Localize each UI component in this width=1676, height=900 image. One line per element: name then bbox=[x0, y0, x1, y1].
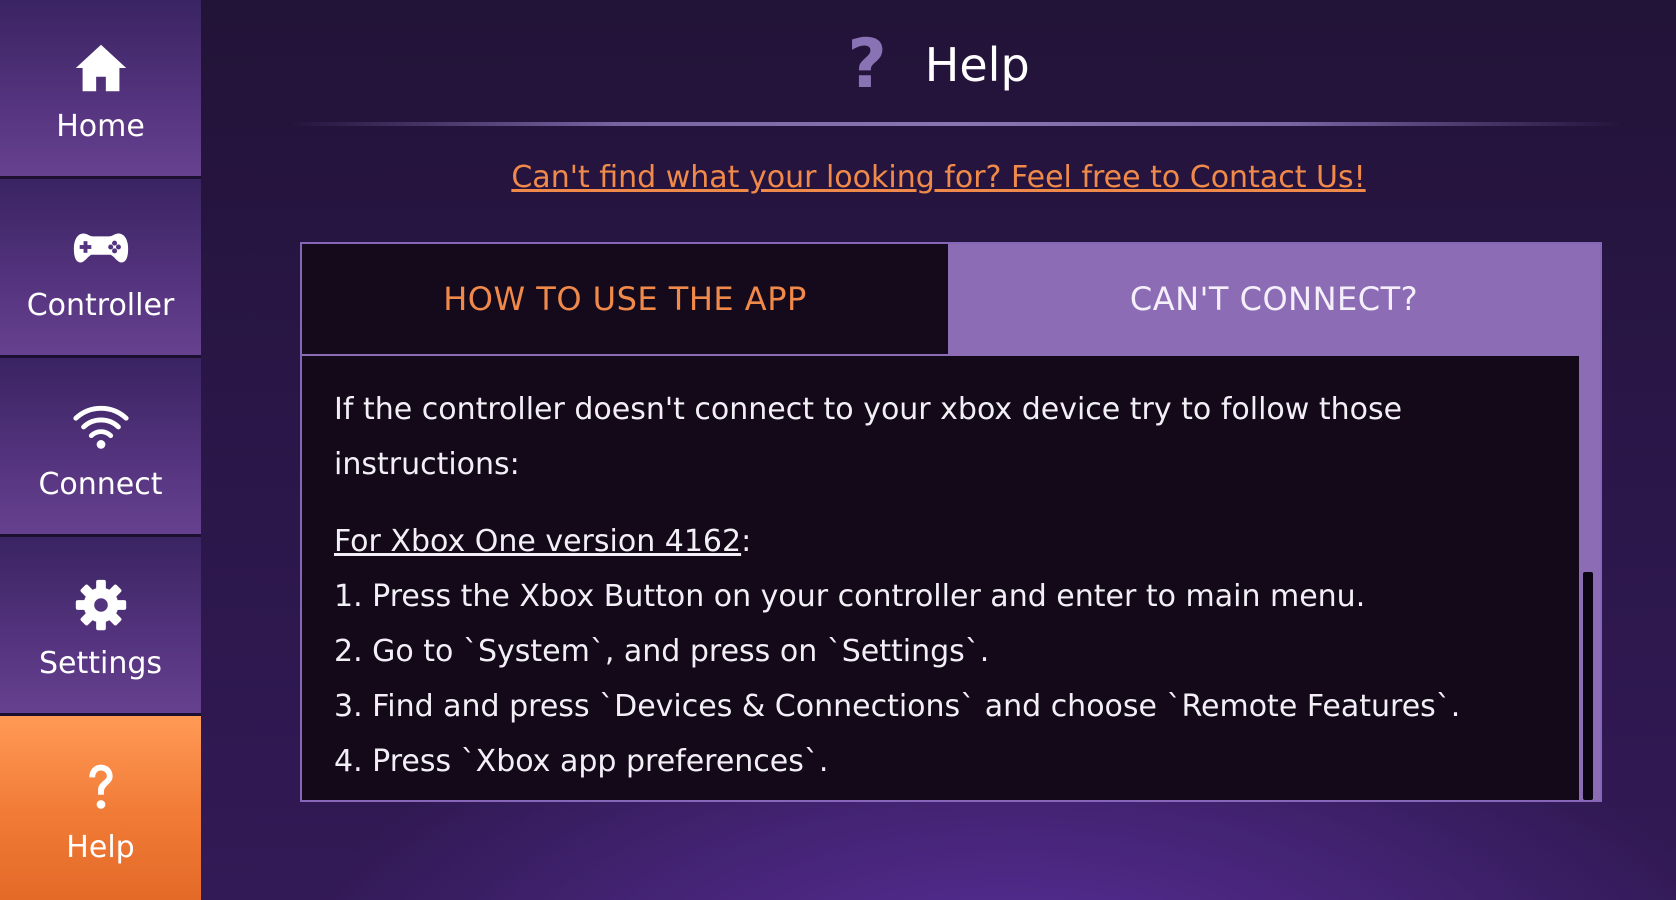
gear-icon bbox=[66, 570, 136, 640]
sidebar-item-home[interactable]: Home bbox=[0, 0, 201, 176]
tab-content: If the controller doesn't connect to you… bbox=[302, 356, 1579, 800]
sidebar-item-connect[interactable]: Connect bbox=[0, 358, 201, 534]
instruction-step: 1. Press the Xbox Button on your control… bbox=[334, 579, 1366, 614]
page-title: Help bbox=[924, 38, 1030, 92]
page-header: ? Help bbox=[201, 20, 1676, 110]
sidebar-item-label: Settings bbox=[38, 645, 163, 681]
version-heading: For Xbox One version 4162: bbox=[334, 514, 1547, 569]
question-icon bbox=[66, 752, 136, 822]
home-icon bbox=[66, 33, 136, 103]
tab-how-to-use[interactable]: HOW TO USE THE APP bbox=[302, 244, 948, 354]
version-heading-suffix: : bbox=[741, 524, 752, 559]
intro-text: If the controller doesn't connect to you… bbox=[334, 392, 1403, 482]
sidebar-item-settings[interactable]: Settings bbox=[0, 537, 201, 713]
instruction-step: 4. Press `Xbox app preferences`. bbox=[334, 744, 829, 779]
content-scrollbar[interactable] bbox=[1583, 572, 1593, 800]
instruction-step: 3. Find and press `Devices & Connections… bbox=[334, 689, 1461, 724]
tab-cant-connect[interactable]: CAN'T CONNECT? bbox=[948, 244, 1600, 354]
wifi-icon bbox=[66, 391, 136, 461]
question-icon: ? bbox=[847, 25, 887, 104]
gamepad-icon bbox=[66, 212, 136, 282]
contact-us-link[interactable]: Can't find what your looking for? Feel f… bbox=[201, 160, 1676, 195]
sidebar-item-help[interactable]: Help bbox=[0, 716, 201, 900]
help-page: ? Help Can't find what your looking for?… bbox=[201, 0, 1676, 900]
sidebar-item-label: Home bbox=[56, 108, 145, 144]
instruction-step: 2. Go to `System`, and press on `Setting… bbox=[334, 634, 990, 669]
help-tab-panel: HOW TO USE THE APP CAN'T CONNECT? If the… bbox=[300, 242, 1602, 802]
sidebar-item-label: Controller bbox=[26, 287, 175, 323]
version-heading-text: For Xbox One version 4162 bbox=[334, 524, 742, 559]
sidebar-item-label: Connect bbox=[38, 466, 163, 502]
sidebar-item-label: Help bbox=[66, 829, 135, 865]
sidebar-item-controller[interactable]: Controller bbox=[0, 179, 201, 355]
sidebar-nav: Home Controller Connect Settings Help bbox=[0, 0, 201, 900]
header-divider bbox=[291, 122, 1621, 126]
